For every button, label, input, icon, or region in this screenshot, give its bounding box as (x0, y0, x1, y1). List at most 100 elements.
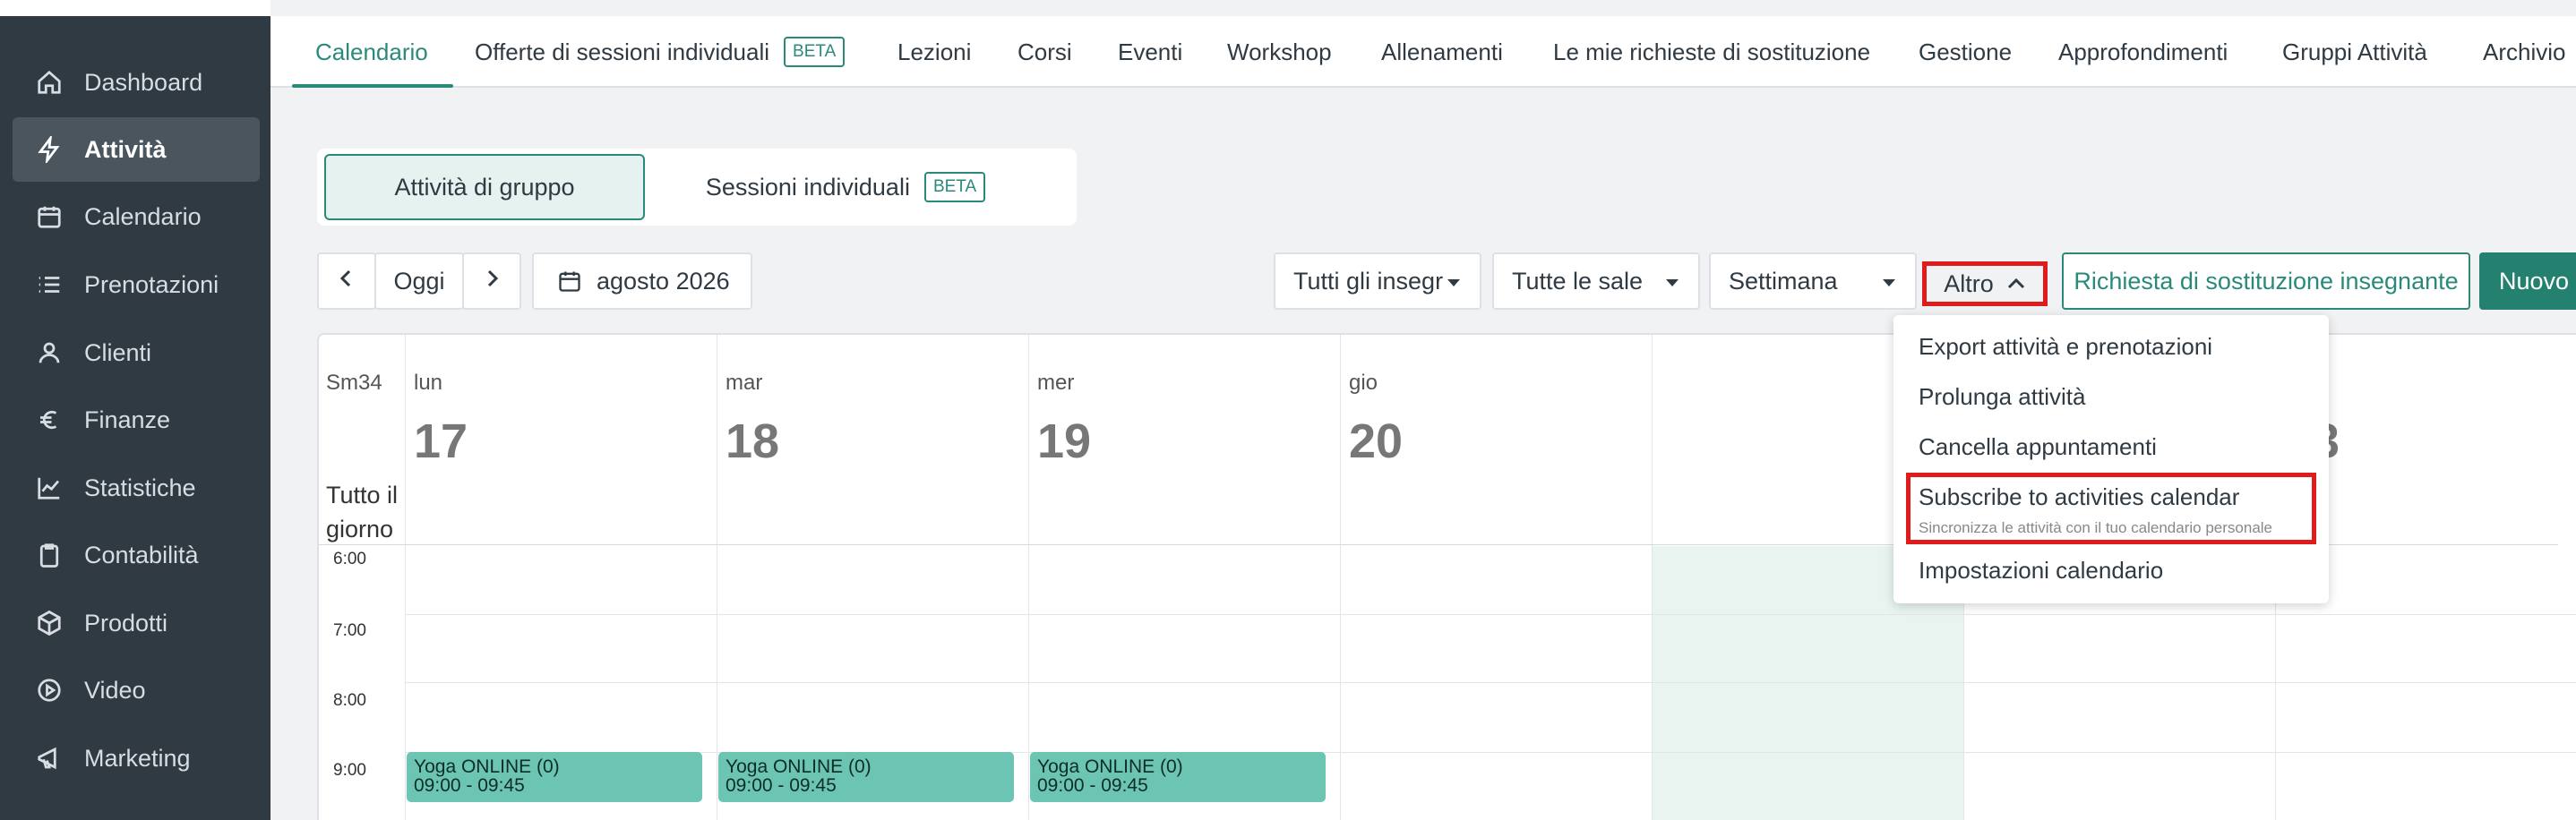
sidebar-item-prenotazioni[interactable]: Prenotazioni (13, 252, 260, 317)
active-tab-indicator (292, 84, 453, 88)
day-number[interactable]: 19 (1037, 414, 1091, 469)
month-label: agosto 2026 (597, 267, 730, 295)
chevron-up-icon (2006, 277, 2026, 291)
day-number[interactable]: 17 (414, 414, 468, 469)
view-select-value: Settimana (1729, 267, 1838, 295)
toggle-label: Sessioni individuali (705, 173, 910, 201)
chart-line-icon (34, 473, 64, 503)
sidebar-item-label: Marketing (84, 744, 191, 772)
euro-icon (34, 405, 64, 435)
sidebar-item-label: Calendario (84, 202, 202, 230)
substitution-label: Richiesta di sostituzione insegnante (2074, 267, 2459, 295)
tab-approfondimenti[interactable]: Approfondimenti (2058, 16, 2228, 88)
tab-label: Gruppi Attività (2282, 38, 2427, 65)
menu-item-cancel-appointments[interactable]: Cancella appuntamenti (1919, 433, 2157, 461)
more-menu-button[interactable]: Altro (1922, 261, 2048, 306)
group-activities-button[interactable]: Attività di gruppo (324, 154, 645, 220)
day-number[interactable]: 20 (1349, 414, 1403, 469)
tab-label: Allenamenti (1381, 38, 1503, 65)
hour-label: 9:00 (333, 761, 366, 780)
day-name: lun (414, 371, 443, 395)
substitution-request-button[interactable]: Richiesta di sostituzione insegnante (2062, 252, 2470, 310)
sidebar-item-video[interactable]: Video (13, 658, 260, 722)
tab-label: Gestione (1919, 38, 2013, 65)
tab-label: Approfondimenti (2058, 38, 2228, 65)
tab-corsi[interactable]: Corsi (1018, 16, 1072, 88)
month-picker[interactable]: agosto 2026 (532, 252, 752, 310)
tab-label: Calendario (315, 38, 428, 65)
all-day-label: Tutto il giorno (326, 482, 399, 542)
tab-richieste-sostituzione[interactable]: Le mie richieste di sostituzione (1553, 16, 1870, 88)
day-name: mar (726, 371, 763, 395)
sidebar-item-prodotti[interactable]: Prodotti (13, 591, 260, 655)
individual-sessions-button[interactable]: Sessioni individuali BETA (657, 154, 1034, 220)
sidebar-item-statistiche[interactable]: Statistiche (13, 456, 260, 520)
tab-label: Workshop (1227, 38, 1332, 65)
sidebar-item-label: Prenotazioni (84, 270, 219, 298)
tab-gruppi-attivita[interactable]: Gruppi Attività (2282, 16, 2427, 88)
tab-offerte-sessioni[interactable]: Offerte di sessioni individuali BETA (475, 16, 846, 88)
prev-week-button[interactable] (317, 252, 376, 310)
hour-label: 8:00 (333, 691, 366, 710)
event-title: Yoga ONLINE (0) (414, 756, 560, 777)
calendar-event[interactable]: Yoga ONLINE (0) 09:00 - 09:45 (407, 752, 702, 802)
tab-archivio[interactable]: Archivio (2483, 16, 2565, 88)
new-button[interactable]: Nuovo (2479, 252, 2576, 310)
more-dropdown-menu: Export attività e prenotazioni Prolunga … (1893, 315, 2329, 603)
caret-down-icon (1666, 279, 1679, 286)
play-circle-icon (34, 675, 64, 705)
new-label: Nuovo (2499, 267, 2570, 295)
calendar-event[interactable]: Yoga ONLINE (0) 09:00 - 09:45 (718, 752, 1014, 802)
caret-down-icon (1883, 279, 1895, 286)
bolt-icon (34, 134, 64, 165)
sidebar-item-finanze[interactable]: Finanze (13, 388, 260, 452)
menu-item-export[interactable]: Export attività e prenotazioni (1919, 333, 2212, 361)
tab-lezioni[interactable]: Lezioni (897, 16, 971, 88)
tab-eventi[interactable]: Eventi (1118, 16, 1182, 88)
sidebar-item-calendario[interactable]: Calendario (13, 184, 260, 249)
chevron-left-icon (338, 268, 356, 295)
tab-label: Archivio (2483, 38, 2566, 65)
more-label: Altro (1944, 269, 1994, 297)
sidebar-item-label: Dashboard (84, 68, 203, 96)
menu-item-extend-activities[interactable]: Prolunga attività (1919, 383, 2085, 411)
tab-workshop[interactable]: Workshop (1227, 16, 1332, 88)
today-button[interactable]: Oggi (374, 252, 464, 310)
tab-gestione[interactable]: Gestione (1919, 16, 2012, 88)
view-select[interactable]: Settimana (1709, 252, 1917, 310)
event-title: Yoga ONLINE (0) (1037, 756, 1183, 777)
activity-type-toggle: Attività di gruppo Sessioni individuali B… (317, 149, 1077, 226)
teachers-select[interactable]: Tutti gli insegr (1274, 252, 1481, 310)
tab-label: Eventi (1118, 38, 1183, 65)
sidebar-item-label: Clienti (84, 338, 152, 366)
menu-item-calendar-settings[interactable]: Impostazioni calendario (1919, 557, 2163, 585)
day-number[interactable]: 18 (726, 414, 779, 469)
sidebar-item-attivita[interactable]: Attività (13, 117, 260, 182)
beta-badge: BETA (923, 172, 986, 202)
menu-item-subscribe-description: Sincronizza le attività con il tuo calen… (1919, 519, 2273, 536)
list-icon (34, 269, 64, 300)
tab-allenamenti[interactable]: Allenamenti (1381, 16, 1503, 88)
event-time: 09:00 - 09:45 (1037, 775, 1148, 796)
sidebar-item-contabilita[interactable]: Contabilità (13, 523, 260, 587)
sidebar-item-dashboard[interactable]: Dashboard (13, 50, 260, 115)
today-label: Oggi (393, 267, 445, 295)
tab-bar: Calendario Offerte di sessioni individua… (270, 16, 2576, 88)
box-icon (34, 608, 64, 638)
calendar-event[interactable]: Yoga ONLINE (0) 09:00 - 09:45 (1030, 752, 1326, 802)
sidebar-item-clienti[interactable]: Clienti (13, 320, 260, 385)
sidebar-item-label: Finanze (84, 406, 171, 433)
rooms-select[interactable]: Tutte le sale (1492, 252, 1700, 310)
tab-label: Offerte di sessioni individuali (475, 38, 770, 65)
sidebar-item-marketing[interactable]: Marketing (13, 726, 260, 790)
next-week-button[interactable] (462, 252, 521, 310)
sidebar-item-label: Video (84, 676, 146, 704)
tab-calendario[interactable]: Calendario (315, 16, 428, 88)
hour-label: 7:00 (333, 621, 366, 640)
home-icon (34, 67, 64, 98)
megaphone-icon (34, 743, 64, 773)
rooms-select-value: Tutte le sale (1512, 267, 1644, 295)
sidebar-item-label: Contabilità (84, 541, 199, 568)
day-name: gio (1349, 371, 1378, 395)
menu-item-subscribe-calendar[interactable]: Subscribe to activities calendar (1919, 483, 2239, 511)
